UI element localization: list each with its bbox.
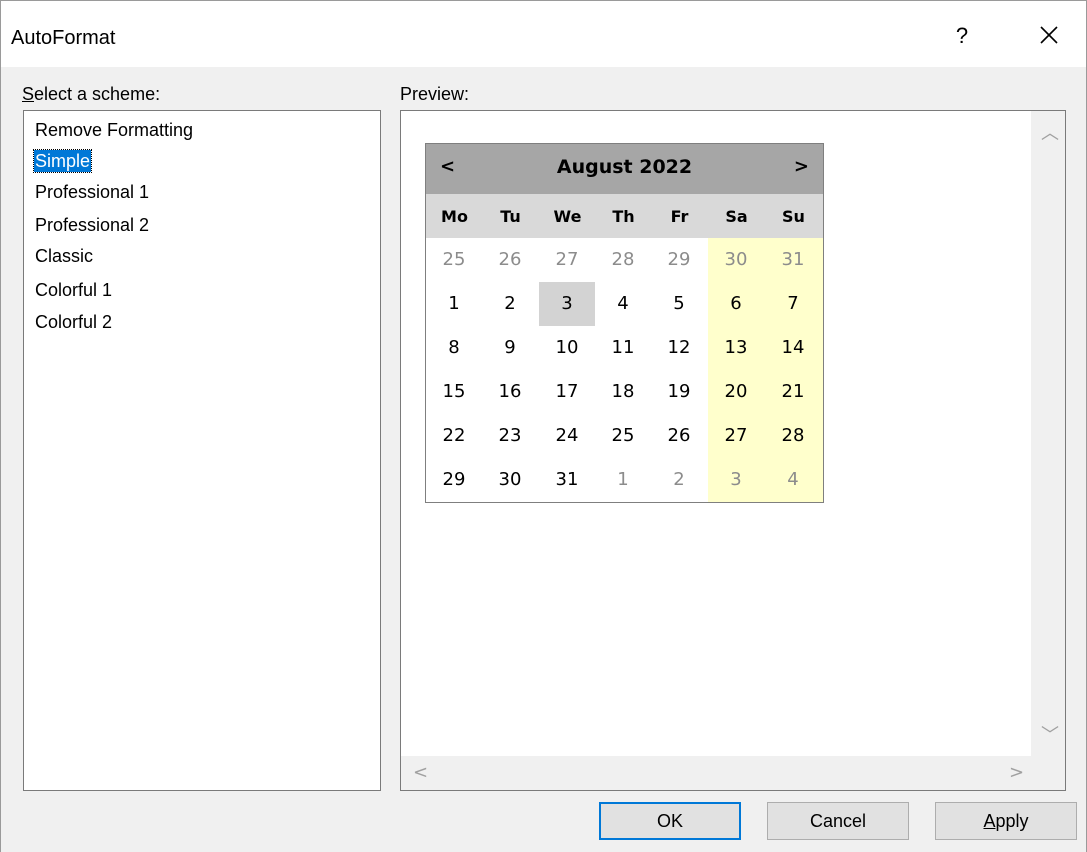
calendar-day-cell: 9 bbox=[504, 337, 516, 358]
calendar-day-cell: 16 bbox=[498, 381, 522, 402]
scroll-right-arrow-icon[interactable]: > bbox=[1009, 762, 1024, 783]
scheme-list[interactable]: Remove Formatting Simple Professional 1 … bbox=[23, 110, 381, 791]
calendar-day-cell: 19 bbox=[667, 381, 691, 402]
calendar-day-cell: 26 bbox=[498, 249, 522, 270]
scrollbar-corner bbox=[1031, 756, 1065, 790]
scroll-up-arrow-icon[interactable]: ︿ bbox=[1041, 119, 1059, 145]
calendar-day-cell: 6 bbox=[730, 293, 742, 314]
window-title: AutoFormat bbox=[11, 27, 116, 49]
calendar-day-cell: 22 bbox=[442, 425, 466, 446]
scroll-left-arrow-icon[interactable]: < bbox=[413, 762, 428, 783]
preview-pane: August 2022 < > Mo Tu We Th Fr Sa Su 25 2… bbox=[400, 110, 1066, 791]
calendar-day-cell: 1 bbox=[448, 293, 460, 314]
calendar-day-cell: 21 bbox=[781, 381, 805, 402]
days-of-week-row: Mo Tu We Th Fr Sa Su bbox=[426, 194, 823, 238]
calendar-day-cell: 2 bbox=[673, 469, 685, 490]
scheme-item-classic[interactable]: Classic bbox=[34, 245, 94, 267]
calendar-day-cell: 24 bbox=[555, 425, 579, 446]
calendar-day-cell: 4 bbox=[787, 469, 799, 490]
apply-accesskey: A bbox=[983, 811, 996, 831]
scroll-down-arrow-icon[interactable]: ﹀ bbox=[1041, 721, 1059, 747]
ok-button[interactable]: OK bbox=[599, 802, 741, 840]
calendar-day-cell: 25 bbox=[442, 249, 466, 270]
apply-button[interactable]: Apply bbox=[935, 802, 1077, 840]
dow-label: Sa bbox=[725, 207, 748, 226]
calendar-day-cell: 20 bbox=[724, 381, 748, 402]
calendar-day-cell: 30 bbox=[724, 249, 748, 270]
calendar-day-cell: 18 bbox=[611, 381, 635, 402]
calendar-day-cell: 28 bbox=[611, 249, 635, 270]
calendar-day-cell: 25 bbox=[611, 425, 635, 446]
scheme-label-accesskey: S bbox=[22, 84, 35, 104]
calendar-day-cell: 11 bbox=[611, 337, 635, 358]
calendar-header: August 2022 < > bbox=[426, 144, 823, 194]
calendar-day-cell: 1 bbox=[617, 469, 629, 490]
calendar-preview: August 2022 < > Mo Tu We Th Fr Sa Su 25 2… bbox=[425, 143, 824, 503]
calendar-day-cell: 31 bbox=[781, 249, 805, 270]
calendar-day-cell: 14 bbox=[781, 337, 805, 358]
vertical-scrollbar[interactable]: ︿ ﹀ bbox=[1031, 111, 1065, 756]
scheme-label: Select a scheme: bbox=[22, 84, 160, 105]
apply-label: pply bbox=[995, 811, 1029, 831]
title-bar: AutoFormat ? bbox=[0, 0, 1087, 67]
calendar-day-cell: 7 bbox=[787, 293, 799, 314]
close-icon bbox=[1040, 26, 1058, 44]
scheme-item-colorful-1[interactable]: Colorful 1 bbox=[34, 279, 113, 301]
calendar-day-cell: 23 bbox=[498, 425, 522, 446]
next-month-button: > bbox=[793, 156, 809, 177]
calendar-day-cell: 4 bbox=[617, 293, 629, 314]
calendar-month-title: August 2022 bbox=[556, 156, 693, 178]
scheme-label-text: elect a scheme: bbox=[34, 84, 161, 104]
calendar-day-cell: 27 bbox=[555, 249, 579, 270]
calendar-day-cell: 15 bbox=[442, 381, 466, 402]
calendar-day-cell: 26 bbox=[667, 425, 691, 446]
dow-label: We bbox=[553, 207, 582, 226]
prev-month-button: < bbox=[440, 156, 456, 177]
preview-label: Preview: bbox=[400, 84, 470, 104]
help-button[interactable]: ? bbox=[947, 21, 977, 51]
horizontal-scrollbar[interactable]: < > bbox=[401, 756, 1031, 790]
calendar-day-cell: 29 bbox=[442, 469, 466, 490]
dow-label: Fr bbox=[670, 207, 689, 226]
calendar-day-cell: 29 bbox=[667, 249, 691, 270]
scheme-item-professional-2[interactable]: Professional 2 bbox=[34, 214, 150, 236]
calendar-day-cell: 2 bbox=[504, 293, 516, 314]
calendar-day-cell: 8 bbox=[448, 337, 460, 358]
calendar-day-cell: 17 bbox=[555, 381, 579, 402]
dialog-border bbox=[0, 66, 1, 852]
calendar-day-cell: 12 bbox=[667, 337, 691, 358]
dow-label: Mo bbox=[441, 207, 468, 226]
dow-label: Tu bbox=[500, 207, 521, 226]
calendar-day-cell: 27 bbox=[724, 425, 748, 446]
scheme-item-professional-1[interactable]: Professional 1 bbox=[34, 181, 150, 203]
calendar-day-cell: 30 bbox=[498, 469, 522, 490]
calendar-day-cell: 5 bbox=[673, 293, 685, 314]
calendar-day-cell: 28 bbox=[781, 425, 805, 446]
scheme-item-simple[interactable]: Simple bbox=[32, 149, 93, 173]
dow-label: Su bbox=[782, 207, 805, 226]
calendar-day-cell: 13 bbox=[724, 337, 748, 358]
cancel-button[interactable]: Cancel bbox=[767, 802, 909, 840]
close-button[interactable] bbox=[1029, 21, 1069, 51]
scheme-item-remove-formatting[interactable]: Remove Formatting bbox=[34, 119, 194, 141]
calendar-day-cell: 10 bbox=[555, 337, 579, 358]
calendar-day-cell: 3 bbox=[730, 469, 742, 490]
calendar-day-cell: 31 bbox=[555, 469, 579, 490]
calendar-day-cell: 3 bbox=[539, 282, 595, 326]
scheme-item-colorful-2[interactable]: Colorful 2 bbox=[34, 311, 113, 333]
dow-label: Th bbox=[612, 207, 635, 226]
